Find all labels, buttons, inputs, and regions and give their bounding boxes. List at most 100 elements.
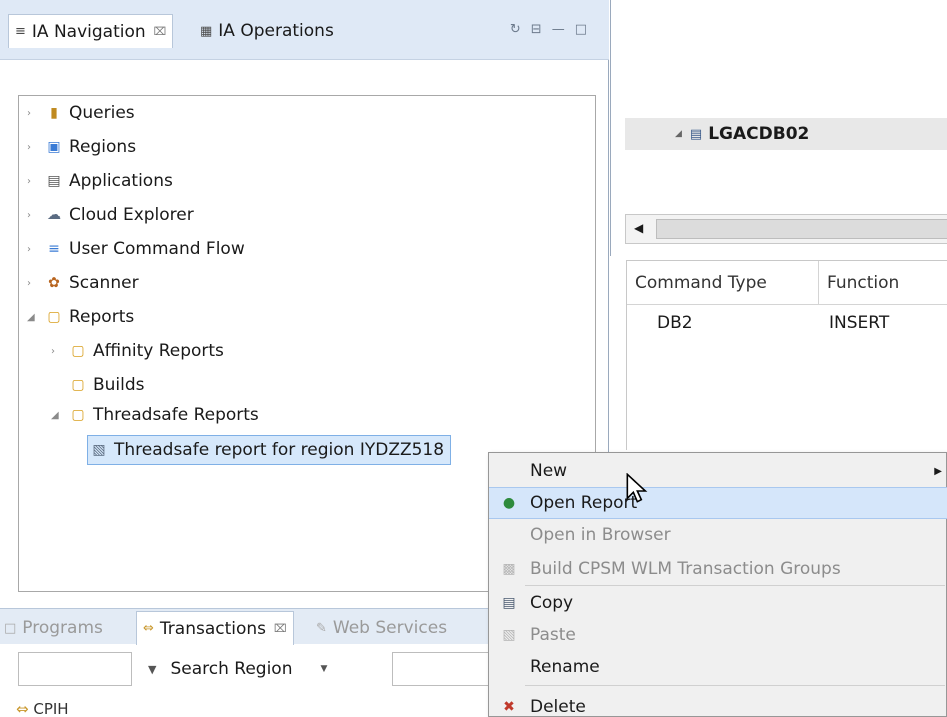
menu-item-paste[interactable]: ▧ Paste <box>489 619 947 651</box>
search-input[interactable] <box>392 652 502 686</box>
collapsed-arrow-icon[interactable]: › <box>27 142 43 153</box>
chevron-down-icon[interactable]: ▼ <box>320 664 327 674</box>
tree-item-reports[interactable]: ◢ ▢ Reports <box>27 302 134 332</box>
tree-item-label: User Command Flow <box>69 239 245 259</box>
bottom-tab-bar: □ Programs ⇔ Transactions ⌧ ✎ Web Servic… <box>0 608 488 645</box>
tree-item-threadsafe-report-iydzz518[interactable]: ▧ Threadsafe report for region IYDZZ518 <box>87 435 452 465</box>
chevron-down-icon[interactable]: ▼ <box>148 663 156 676</box>
tree-item-label: Affinity Reports <box>93 341 224 361</box>
play-icon: ● <box>502 495 516 511</box>
menu-item-rename[interactable]: Rename <box>489 651 947 683</box>
tree-item-threadsafe-reports[interactable]: ◢ ▢ Threadsafe Reports <box>51 400 259 430</box>
command-table: Command Type Function DB2 INSERT <box>626 260 947 450</box>
menu-item-label: New <box>530 461 568 481</box>
collapsed-arrow-icon[interactable]: › <box>27 210 43 221</box>
tree-item-label: Queries <box>69 103 135 123</box>
folder-icon: ▢ <box>71 377 85 393</box>
horizontal-scrollbar[interactable]: ◀ <box>625 214 947 244</box>
maximize-icon[interactable]: □ <box>575 22 587 37</box>
menu-separator <box>525 685 945 686</box>
expanded-arrow-icon[interactable]: ◢ <box>675 129 682 139</box>
transactions-icon: ⇔ <box>143 621 154 636</box>
webservices-icon: ✎ <box>316 620 327 636</box>
tree-item-affinity-reports[interactable]: › ▢ Affinity Reports <box>51 336 224 366</box>
tab-programs[interactable]: □ Programs <box>4 615 103 641</box>
tree-item-regions[interactable]: › ▣ Regions <box>27 132 136 162</box>
submenu-arrow-icon: ▶ <box>934 465 942 477</box>
tab-transactions[interactable]: ⇔ Transactions ⌧ <box>136 611 294 645</box>
tab-web-services[interactable]: ✎ Web Services <box>316 615 447 641</box>
tree-item-builds[interactable]: ▢ Builds <box>51 370 145 400</box>
build-icon: ▩ <box>502 561 516 577</box>
copy-icon: ▤ <box>502 595 516 611</box>
menu-item-label: Paste <box>530 625 576 645</box>
menu-item-delete[interactable]: ✖ Delete <box>489 691 947 717</box>
filter-input[interactable] <box>18 652 132 686</box>
folder-open-icon: ▢ <box>71 407 85 423</box>
list-item-label: CPIH <box>33 700 69 717</box>
collapsed-arrow-icon[interactable]: › <box>27 176 43 187</box>
view-toolbar: ↻ ⊟ — □ <box>510 22 587 37</box>
list-item[interactable]: ⇔ CPIH <box>16 700 69 717</box>
table-cell[interactable]: DB2 <box>657 309 693 337</box>
menu-item-copy[interactable]: ▤ Copy <box>489 587 947 619</box>
scanner-icon: ✿ <box>48 275 60 291</box>
paste-icon: ▧ <box>502 627 516 643</box>
tree-item-label: Builds <box>93 375 145 395</box>
regions-icon: ▣ <box>47 139 61 155</box>
menu-item-label: Open Report <box>530 493 638 513</box>
tab-ia-operations[interactable]: ▦ IA Operations <box>200 16 334 46</box>
command-flow-icon: ≡ <box>48 241 60 257</box>
table-cell[interactable]: INSERT <box>829 309 889 337</box>
column-header-function[interactable]: Function <box>819 261 947 305</box>
tab-label: Transactions <box>159 618 267 639</box>
program-icon: ▤ <box>689 126 703 142</box>
tree-item-label: Scanner <box>69 273 139 293</box>
menu-item-label: Build CPSM WLM Transaction Groups <box>530 559 841 579</box>
search-region-dropdown[interactable]: ▼ Search Region ▼ <box>148 652 378 686</box>
tree-item-label: Threadsafe Reports <box>93 405 259 425</box>
program-icon: □ <box>4 620 17 636</box>
scrollbar-thumb[interactable] <box>656 219 947 239</box>
tree-item-queries[interactable]: › ▮ Queries <box>27 98 135 128</box>
detail-view: ◢ ▤ LGACDB02 ◀ <box>610 0 947 256</box>
minimize-icon[interactable]: — <box>552 22 565 37</box>
tab-label: IA Navigation <box>31 21 146 42</box>
collapsed-arrow-icon[interactable]: › <box>51 346 67 357</box>
tree-item-scanner[interactable]: › ✿ Scanner <box>27 268 139 298</box>
menu-item-open-report[interactable]: ● Open Report <box>489 487 947 519</box>
collapse-icon[interactable]: ⊟ <box>531 22 542 37</box>
tab-ia-navigation[interactable]: ≡ IA Navigation ⌧ <box>8 14 174 48</box>
menu-item-label: Rename <box>530 657 600 677</box>
collapsed-arrow-icon[interactable]: › <box>27 244 43 255</box>
column-header-command-type[interactable]: Command Type <box>627 261 819 305</box>
menu-item-new[interactable]: New ▶ <box>489 455 947 487</box>
tab-label: Programs <box>22 618 103 638</box>
expanded-arrow-icon[interactable]: ◢ <box>51 410 67 421</box>
collapsed-arrow-icon[interactable]: › <box>27 278 43 289</box>
close-icon[interactable]: ⌧ <box>274 622 287 635</box>
sync-icon[interactable]: ↻ <box>510 22 521 37</box>
tree-item-applications[interactable]: › ▤ Applications <box>27 166 173 196</box>
list-icon: ≡ <box>15 24 26 39</box>
tree-item-label: Reports <box>69 307 135 327</box>
scroll-left-icon[interactable]: ◀ <box>634 221 643 235</box>
menu-item-open-in-browser[interactable]: Open in Browser <box>489 519 947 551</box>
menu-item-build-cpsm-wlm[interactable]: ▩ Build CPSM WLM Transaction Groups <box>489 553 947 585</box>
context-menu: New ▶ ● Open Report Open in Browser ▩ Bu… <box>488 452 947 717</box>
folder-open-icon: ▢ <box>47 309 61 325</box>
tree-item-lgacdb02[interactable]: ◢ ▤ LGACDB02 <box>625 118 947 150</box>
collapsed-arrow-icon[interactable]: › <box>27 108 43 119</box>
tree-item-label: LGACDB02 <box>708 124 810 144</box>
tree-item-user-command-flow[interactable]: › ≡ User Command Flow <box>27 234 245 264</box>
search-region-label: Search Region <box>170 659 293 679</box>
folder-icon: ▢ <box>71 343 85 359</box>
applications-icon: ▤ <box>47 173 61 189</box>
tab-label: Web Services <box>332 618 448 638</box>
transactions-icon: ⇔ <box>16 700 29 717</box>
close-icon[interactable]: ⌧ <box>154 25 167 38</box>
tree-item-label: Applications <box>69 171 173 191</box>
delete-icon: ✖ <box>503 699 515 715</box>
expanded-arrow-icon[interactable]: ◢ <box>27 312 43 323</box>
tree-item-cloud-explorer[interactable]: › ☁ Cloud Explorer <box>27 200 194 230</box>
